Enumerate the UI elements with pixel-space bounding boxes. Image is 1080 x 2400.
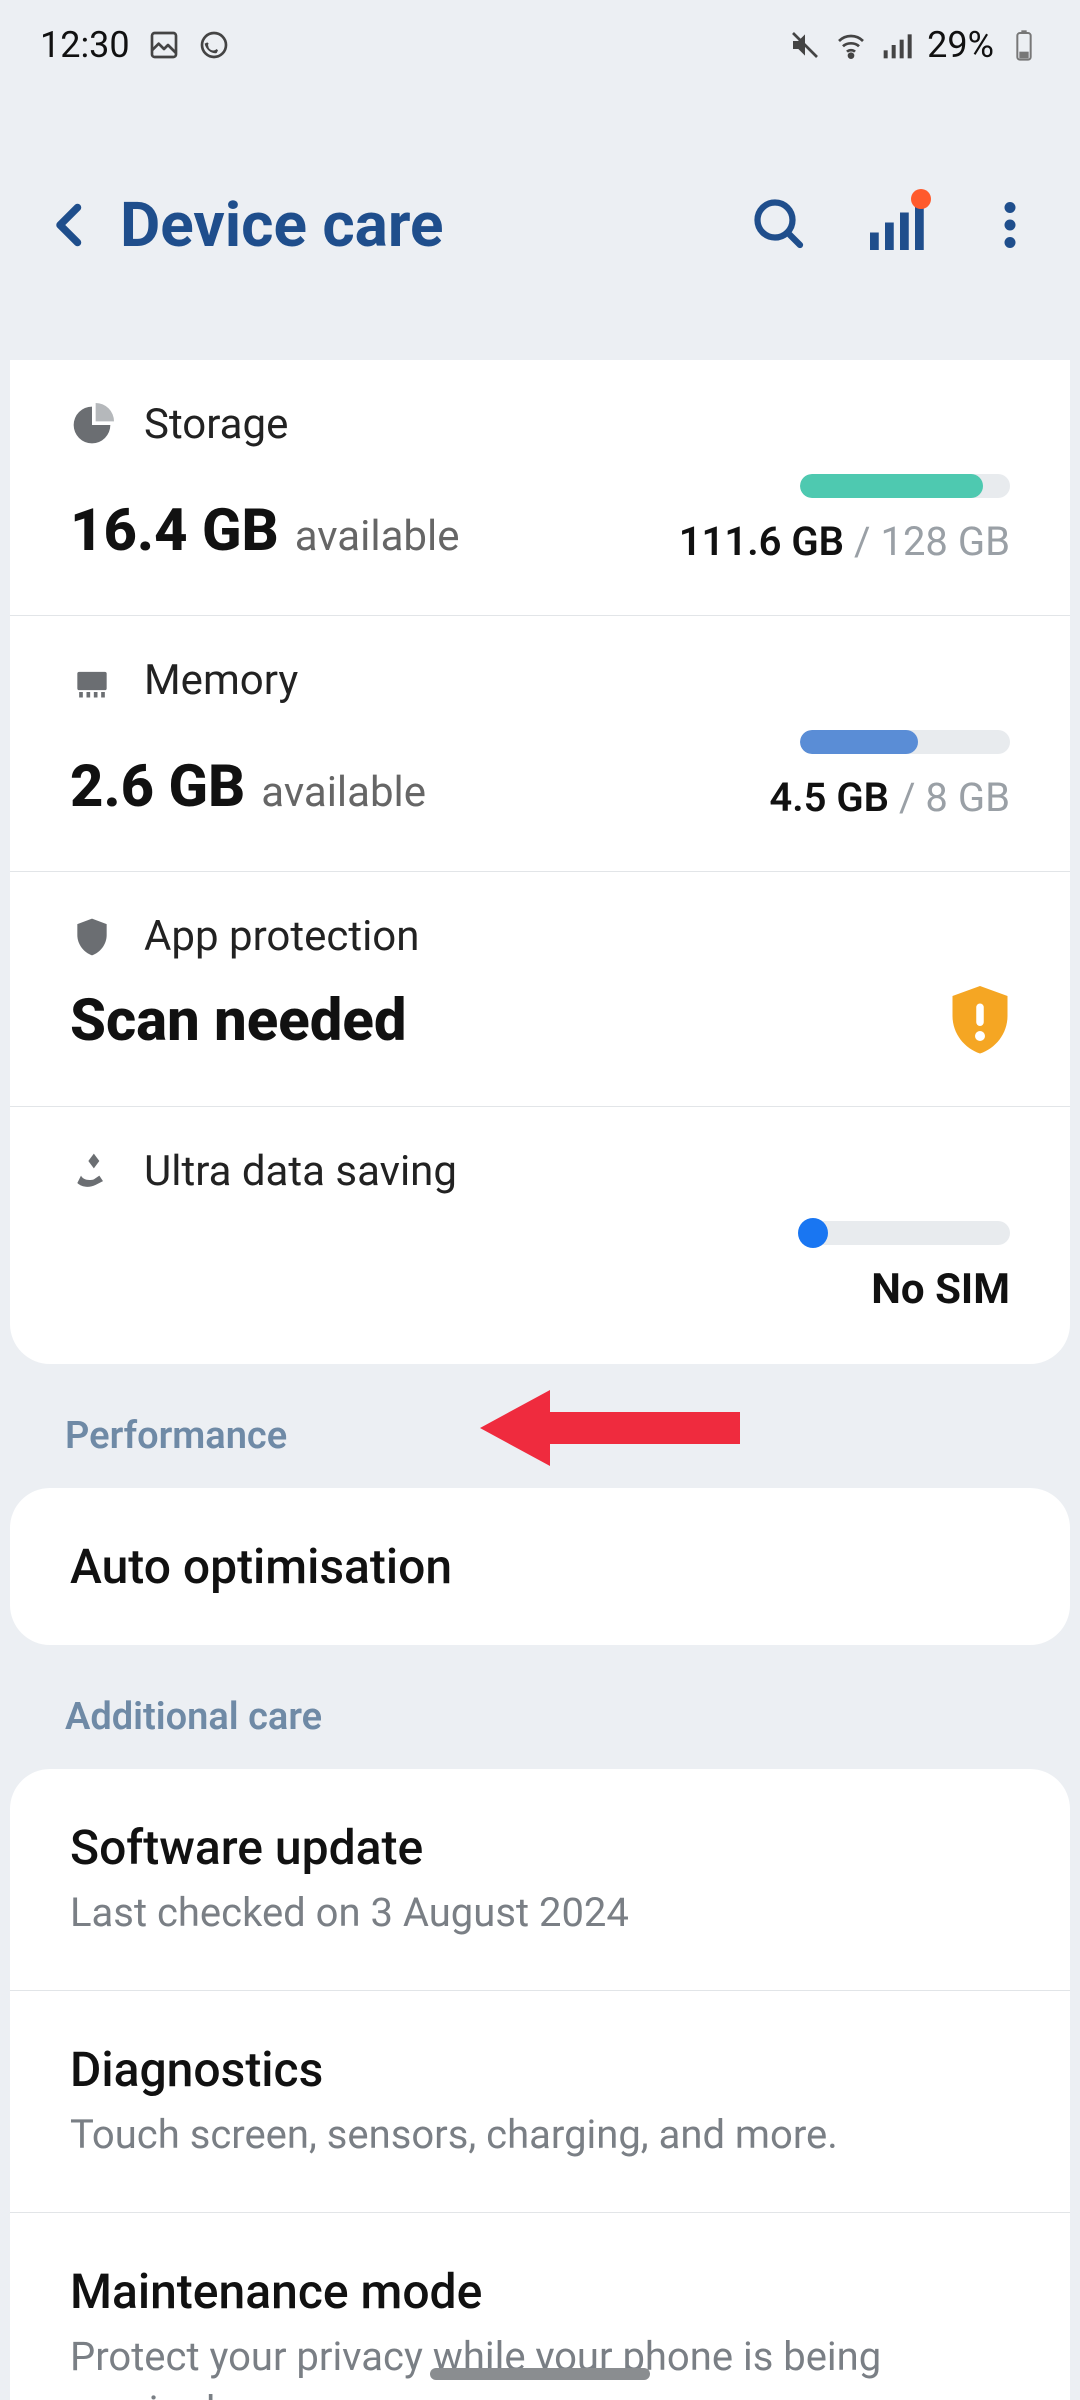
search-button[interactable] xyxy=(750,195,810,255)
navigation-handle[interactable] xyxy=(430,2368,650,2380)
memory-label: Memory xyxy=(144,656,298,705)
shield-icon xyxy=(70,915,114,959)
additional-care-section-header: Additional care xyxy=(0,1645,1080,1769)
data-saving-status: No SIM xyxy=(871,1265,1010,1314)
diagnostics-item[interactable]: Diagnostics Touch screen, sensors, charg… xyxy=(10,1991,1070,2213)
performance-card: Auto optimisation xyxy=(10,1488,1070,1645)
storage-progress-bar xyxy=(800,474,1010,498)
memory-progress-bar xyxy=(800,730,1010,754)
back-button[interactable] xyxy=(40,195,100,255)
storage-fraction: 111.6 GB / 128 GB xyxy=(679,518,1010,565)
battery-percent: 29% xyxy=(927,24,994,66)
additional-care-card: Software update Last checked on 3 August… xyxy=(10,1769,1070,2400)
data-usage-button[interactable] xyxy=(865,195,925,255)
memory-icon xyxy=(70,659,114,703)
ultra-data-saving-label: Ultra data saving xyxy=(144,1147,457,1196)
ultra-data-saving-row[interactable]: Ultra data saving No SIM xyxy=(10,1107,1070,1364)
diagnostics-subtitle: Touch screen, sensors, charging, and mor… xyxy=(70,2108,1010,2162)
page-title: Device care xyxy=(110,189,750,262)
data-saving-icon xyxy=(70,1150,114,1194)
app-header: Device care xyxy=(0,90,1080,360)
signal-icon xyxy=(881,29,913,61)
memory-available-suffix: available xyxy=(261,768,426,817)
storage-available-value: 16.4 GB xyxy=(70,497,279,565)
software-update-subtitle: Last checked on 3 August 2024 xyxy=(70,1886,1010,1940)
memory-available-value: 2.6 GB xyxy=(70,753,245,821)
memory-fraction: 4.5 GB / 8 GB xyxy=(769,774,1010,821)
software-update-title: Software update xyxy=(70,1819,1010,1876)
status-bar: 12:30 29% xyxy=(0,0,1080,90)
storage-icon xyxy=(70,403,114,447)
battery-icon xyxy=(1008,29,1040,61)
maintenance-mode-subtitle: Protect your privacy while your phone is… xyxy=(70,2330,1010,2400)
storage-row[interactable]: Storage 16.4 GB available 111.6 GB / 128… xyxy=(10,360,1070,616)
maintenance-mode-title: Maintenance mode xyxy=(70,2263,1010,2320)
data-saving-progress-bar xyxy=(800,1221,1010,1245)
app-protection-label: App protection xyxy=(144,912,419,961)
auto-optimisation-label: Auto optimisation xyxy=(70,1538,1010,1595)
more-options-button[interactable] xyxy=(980,195,1040,255)
shield-warning-icon xyxy=(950,986,1010,1056)
gallery-icon xyxy=(148,29,180,61)
status-time: 12:30 xyxy=(40,24,130,66)
app-protection-status: Scan needed xyxy=(70,987,406,1055)
memory-row[interactable]: Memory 2.6 GB available 4.5 GB / 8 GB xyxy=(10,616,1070,872)
diagnostics-title: Diagnostics xyxy=(70,2041,1010,2098)
whatsapp-icon xyxy=(198,29,230,61)
app-protection-row[interactable]: App protection Scan needed xyxy=(10,872,1070,1107)
performance-section-header: Performance xyxy=(0,1364,1080,1488)
device-status-card: Storage 16.4 GB available 111.6 GB / 128… xyxy=(10,360,1070,1364)
notification-dot-icon xyxy=(911,189,931,209)
wifi-icon xyxy=(835,29,867,61)
mute-icon xyxy=(789,29,821,61)
auto-optimisation-item[interactable]: Auto optimisation xyxy=(10,1488,1070,1645)
software-update-item[interactable]: Software update Last checked on 3 August… xyxy=(10,1769,1070,1991)
storage-label: Storage xyxy=(144,400,288,449)
storage-available-suffix: available xyxy=(295,512,460,561)
